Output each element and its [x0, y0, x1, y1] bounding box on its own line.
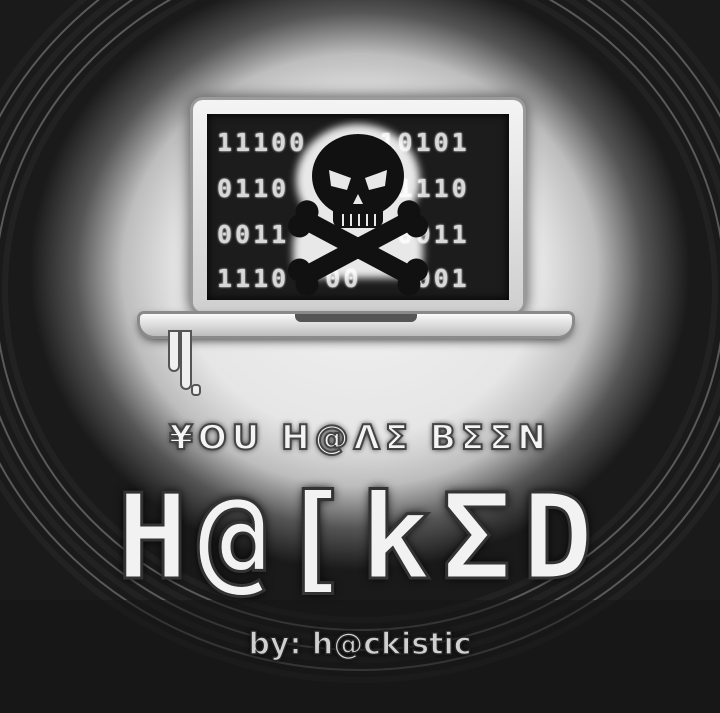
laptop-notch	[295, 314, 417, 322]
drip	[168, 330, 180, 372]
tagline: ¥OU H@ΛΣ BΣΣN	[168, 417, 551, 459]
drip-drop	[191, 384, 201, 396]
page-title: H@[kΣD	[115, 468, 604, 606]
laptop-base	[140, 314, 572, 336]
byline: by: h@ckistic	[248, 626, 473, 663]
drip	[180, 330, 192, 390]
poster: 11100 10101 0110 1110 0011 0011 1110 00 …	[0, 0, 720, 713]
skull-crossbones-icon	[288, 124, 428, 296]
